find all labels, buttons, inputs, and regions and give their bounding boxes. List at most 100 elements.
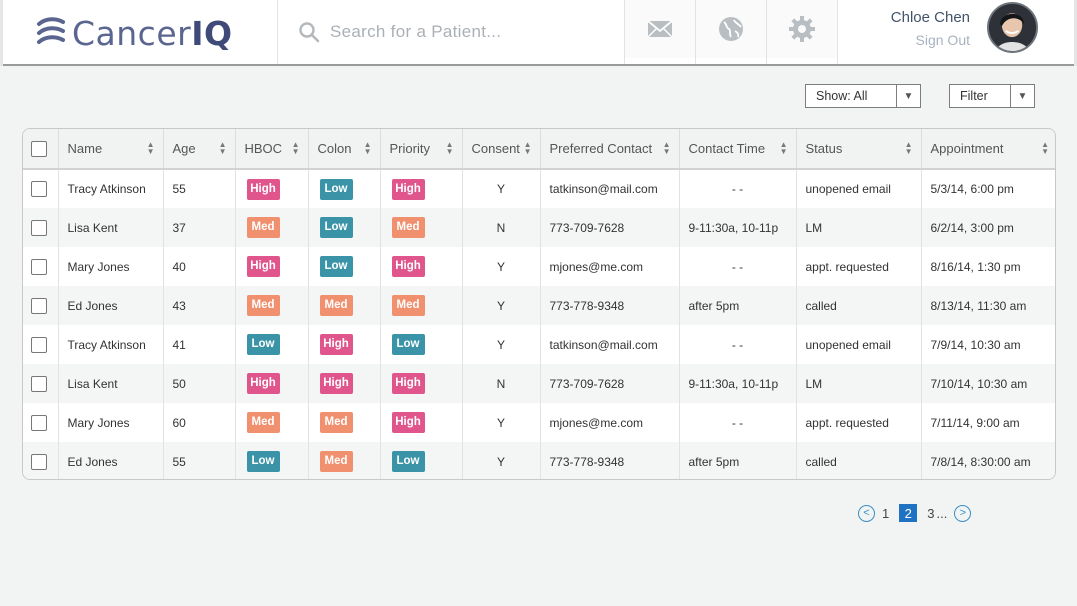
- select-all-checkbox[interactable]: [31, 140, 47, 157]
- search-input[interactable]: [330, 22, 610, 42]
- row-checkbox[interactable]: [31, 414, 47, 431]
- mail-icon: [647, 20, 673, 38]
- cell-consent-text: Y: [496, 182, 505, 196]
- prev-page-button[interactable]: <: [858, 504, 875, 522]
- cell-consent: N: [462, 364, 541, 403]
- table-row[interactable]: Ed Jones 55 Low Med Low Y 773-778-9348 after 5p…: [23, 442, 1055, 479]
- cell-age: 55: [163, 442, 236, 479]
- sort-icon[interactable]: ▲ ▼: [147, 141, 155, 156]
- table-row[interactable]: Mary Jones 60 Med Med High Ymjones@me.com - - a…: [23, 403, 1055, 442]
- table-row[interactable]: Lisa Kent 37 Med Low Med N 773-709-7628 9-11:30…: [23, 208, 1055, 247]
- sort-icon[interactable]: ▲ ▼: [780, 141, 788, 156]
- cell-preferred-contact: tatkinson@mail.com: [540, 169, 680, 208]
- cell-appointment: 5/3/14, 6:00 pm: [921, 169, 1055, 208]
- cell-hboc: High: [235, 169, 309, 208]
- filter-dropdown-label: Filter: [960, 89, 988, 103]
- globe-button[interactable]: [696, 0, 766, 58]
- column-header-preferred-contact[interactable]: Preferred Contact ▲ ▼: [540, 129, 680, 170]
- cell-contact-time: - -: [679, 247, 797, 286]
- next-page-button[interactable]: >: [954, 504, 972, 522]
- column-header-hboc[interactable]: HBOC ▲ ▼: [235, 129, 309, 170]
- sort-icon[interactable]: ▲ ▼: [292, 141, 300, 156]
- filter-dropdown[interactable]: Filter ▼: [949, 84, 1035, 108]
- cell-appointment-text: 8/13/14, 11:30 am: [930, 298, 1027, 313]
- cell-priority: High: [380, 169, 463, 208]
- column-header-priority[interactable]: Priority ▲ ▼: [380, 129, 463, 170]
- table-row[interactable]: Lisa Kent 50 High High High N 773-709-7628 9-11…: [23, 364, 1055, 403]
- cell-name-text: Tracy Atkinson: [67, 337, 146, 352]
- row-checkbox[interactable]: [31, 297, 47, 314]
- cell-name-text: Ed Jones: [67, 454, 118, 469]
- show-dropdown[interactable]: Show: All ▼: [805, 84, 921, 108]
- sort-icon[interactable]: ▲ ▼: [446, 141, 454, 156]
- page-link[interactable]: 1: [882, 506, 889, 521]
- cell-status-text: called: [805, 298, 837, 313]
- table-row[interactable]: Tracy Atkinson 41 Low High Low Ytatkinson@mai…: [23, 325, 1055, 364]
- row-checkbox[interactable]: [31, 219, 47, 236]
- cell-appointment-text: 8/16/14, 1:30 pm: [930, 259, 1021, 274]
- cell-priority: High: [380, 403, 463, 442]
- row-checkbox[interactable]: [31, 181, 47, 197]
- sort-icon[interactable]: ▲ ▼: [663, 141, 671, 156]
- mail-button[interactable]: [625, 0, 695, 58]
- cell-contact-time: after 5pm: [679, 286, 797, 325]
- cell-hboc: Med: [235, 403, 309, 442]
- sort-icon[interactable]: ▲ ▼: [364, 141, 372, 156]
- cell-colon: Low: [308, 247, 381, 286]
- current-page[interactable]: 2: [899, 504, 918, 522]
- row-checkbox[interactable]: [31, 336, 47, 353]
- risk-badge: Med: [246, 295, 280, 316]
- frame-edge: [0, 0, 3, 66]
- globe-icon: [719, 17, 743, 41]
- cell-age: 40: [163, 247, 236, 286]
- cell-status: appt. requested: [796, 403, 922, 442]
- cell-preferred-contact: 773-709-7628: [540, 208, 680, 247]
- sort-icon[interactable]: ▲ ▼: [905, 141, 913, 156]
- row-checkbox[interactable]: [31, 258, 47, 275]
- table-row[interactable]: Tracy Atkinson 55 High Low High Ytatkinson@ma…: [23, 169, 1055, 208]
- cell-status: appt. requested: [796, 247, 922, 286]
- sign-out-link[interactable]: Sign Out: [916, 32, 970, 48]
- cell-age: 41: [163, 325, 236, 364]
- risk-badge: High: [246, 373, 280, 394]
- row-checkbox[interactable]: [31, 375, 47, 392]
- cell-status-text: LM: [805, 220, 823, 235]
- cell-preferred-contact-text: mjones@me.com: [549, 415, 644, 430]
- cell-consent: Y: [462, 286, 541, 325]
- sort-icon[interactable]: ▲ ▼: [1041, 141, 1049, 156]
- page-link[interactable]: 3: [927, 506, 934, 521]
- cell-status-text: unopened email: [805, 337, 891, 352]
- column-header-consent[interactable]: Consent ▲ ▼: [462, 129, 541, 170]
- user-panel: Chloe Chen Sign Out: [838, 0, 1074, 64]
- logo[interactable]: CancerIQ: [36, 12, 233, 54]
- cell-preferred-contact-text: 773-778-9348: [549, 298, 625, 313]
- page-ellipsis: ...: [936, 505, 948, 521]
- sort-icon[interactable]: ▲ ▼: [219, 141, 227, 156]
- cell-status-text: appt. requested: [805, 259, 889, 274]
- column-header-colon[interactable]: Colon ▲ ▼: [308, 129, 381, 170]
- risk-badge: Low: [391, 334, 425, 355]
- table-row[interactable]: Mary Jones 40 High Low High Ymjones@me.com - -…: [23, 247, 1055, 286]
- cell-contact-time-text: 9-11:30a, 10-11p: [688, 376, 779, 391]
- cell-preferred-contact: mjones@me.com: [540, 403, 680, 442]
- search-bar: [278, 0, 624, 64]
- cell-colon: High: [308, 364, 381, 403]
- table-row[interactable]: Ed Jones 43 Med Med Med Y 773-778-9348 after 5p…: [23, 286, 1055, 325]
- sort-icon[interactable]: ▲ ▼: [524, 141, 532, 156]
- cell-consent: Y: [462, 169, 541, 208]
- cell-appointment: 7/9/14, 10:30 am: [921, 325, 1055, 364]
- settings-button[interactable]: [767, 0, 837, 58]
- cell-preferred-contact-text: tatkinson@mail.com: [549, 182, 658, 196]
- risk-badge: High: [246, 178, 280, 200]
- avatar[interactable]: [987, 2, 1038, 53]
- column-header-age[interactable]: Age ▲ ▼: [163, 129, 236, 170]
- cell-status: LM: [796, 364, 922, 403]
- cell-age: 50: [163, 364, 236, 403]
- column-header-name[interactable]: Name ▲ ▼: [58, 129, 164, 170]
- cell-age-text: 55: [172, 182, 186, 196]
- column-header-contact-time[interactable]: Contact Time ▲ ▼: [679, 129, 797, 170]
- row-checkbox[interactable]: [31, 453, 47, 470]
- column-header-status[interactable]: Status ▲ ▼: [796, 129, 922, 170]
- column-header-appointment[interactable]: Appointment ▲ ▼: [921, 129, 1055, 170]
- column-label: Appointment: [930, 141, 1004, 156]
